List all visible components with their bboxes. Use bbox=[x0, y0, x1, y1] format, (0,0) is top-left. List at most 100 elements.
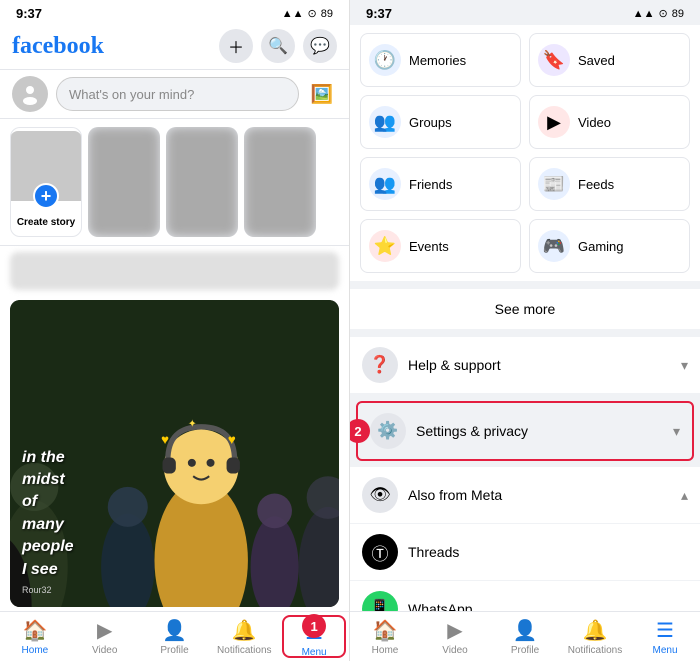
settings-label: Settings & privacy bbox=[416, 423, 673, 439]
help-chevron: ▾ bbox=[681, 357, 688, 374]
r-notifications-icon: 🔔 bbox=[583, 618, 608, 643]
quick-grid: 🕐 Memories 🔖 Saved 👥 Groups ▶ Video 👥 Fr… bbox=[350, 25, 700, 289]
profile-label: Profile bbox=[160, 645, 188, 656]
nav-notifications[interactable]: 🔔 Notifications bbox=[209, 612, 279, 661]
meta-header-icon: 👁 bbox=[362, 477, 398, 513]
create-story-label: Create story bbox=[13, 217, 79, 228]
r-video-icon: ▶ bbox=[447, 618, 462, 643]
right-status-bar: 9:37 ▲▲ ⊙ 89 bbox=[350, 0, 700, 25]
settings-privacy-highlighted: ⚙️ Settings & privacy ▾ bbox=[356, 401, 694, 461]
whatsapp-item[interactable]: 📱 WhatsApp bbox=[350, 581, 700, 611]
create-plus-icon: + bbox=[33, 183, 59, 209]
quick-video[interactable]: ▶ Video bbox=[529, 95, 690, 149]
left-panel: 9:37 ▲▲ ⊙ 89 facebook ＋ 🔍 💬 What's on yo… bbox=[0, 0, 350, 661]
groups-icon: 👥 bbox=[369, 106, 401, 138]
add-button[interactable]: ＋ bbox=[219, 29, 253, 63]
story-card-2[interactable] bbox=[166, 127, 238, 237]
r-home-icon: 🏠 bbox=[373, 618, 398, 643]
r-nav-menu[interactable]: ☰ Menu bbox=[630, 612, 700, 661]
story-thumb-3 bbox=[244, 127, 316, 237]
right-panel: 9:37 ▲▲ ⊙ 89 🕐 Memories 🔖 Saved 👥 Groups… bbox=[350, 0, 700, 661]
svg-text:♥: ♥ bbox=[161, 432, 169, 447]
help-label: Help & support bbox=[408, 357, 681, 373]
feeds-icon: 📰 bbox=[538, 168, 570, 200]
nav-home[interactable]: 🏠 Home bbox=[0, 612, 70, 661]
r-battery-icon: 89 bbox=[672, 8, 684, 20]
messenger-button[interactable]: 💬 bbox=[303, 29, 337, 63]
r-nav-notifications[interactable]: 🔔 Notifications bbox=[560, 612, 630, 661]
story-thumb-1 bbox=[88, 127, 160, 237]
svg-text:♥: ♥ bbox=[228, 432, 236, 447]
quick-friends[interactable]: 👥 Friends bbox=[360, 157, 521, 211]
nav-menu[interactable]: 1 ☰ Menu bbox=[279, 612, 349, 661]
svg-text:✦: ✦ bbox=[188, 418, 197, 430]
video-text: in the midst of many people I see bbox=[22, 447, 74, 581]
r-nav-video[interactable]: ▶ Video bbox=[420, 612, 490, 661]
saved-icon: 🔖 bbox=[538, 44, 570, 76]
right-bottom-nav: 🏠 Home ▶ Video 👤 Profile 🔔 Notifications… bbox=[350, 611, 700, 661]
create-story-card[interactable]: + Create story bbox=[10, 127, 82, 237]
story-card-1[interactable] bbox=[88, 127, 160, 237]
settings-privacy-row[interactable]: ⚙️ Settings & privacy ▾ bbox=[358, 403, 692, 459]
video-content: ♥ ♥ ✦ in the midst of many people I see … bbox=[10, 300, 339, 607]
r-profile-label: Profile bbox=[511, 645, 539, 656]
r-nav-profile[interactable]: 👤 Profile bbox=[490, 612, 560, 661]
also-from-meta-label: Also from Meta bbox=[408, 487, 681, 503]
r-nav-home[interactable]: 🏠 Home bbox=[350, 612, 420, 661]
stories-row: + Create story bbox=[0, 119, 349, 246]
r-menu-label: Menu bbox=[652, 645, 677, 656]
see-more-button[interactable]: See more bbox=[350, 289, 700, 329]
quick-feeds[interactable]: 📰 Feeds bbox=[529, 157, 690, 211]
events-icon: ⭐ bbox=[369, 230, 401, 262]
nav-video[interactable]: ▶ Video bbox=[70, 612, 140, 661]
groups-label: Groups bbox=[409, 115, 452, 130]
memories-label: Memories bbox=[409, 53, 466, 68]
help-icon: ❓ bbox=[362, 347, 398, 383]
also-from-meta-section: 👁 Also from Meta ▴ Ⓣ Threads 📱 WhatsApp bbox=[350, 467, 700, 611]
meta-chevron-up: ▴ bbox=[681, 487, 688, 504]
video-overlay-text: in the midst of many people I see Rour32 bbox=[22, 447, 74, 595]
video-quick-label: Video bbox=[578, 115, 611, 130]
quick-events[interactable]: ⭐ Events bbox=[360, 219, 521, 273]
blurred-post bbox=[10, 252, 339, 290]
quick-gaming[interactable]: 🎮 Gaming bbox=[529, 219, 690, 273]
gaming-label: Gaming bbox=[578, 239, 624, 254]
video-label: Video bbox=[92, 645, 117, 656]
watermark: Rour32 bbox=[22, 585, 74, 595]
step1-badge: 1 bbox=[302, 614, 326, 638]
menu-scroll-area[interactable]: 🕐 Memories 🔖 Saved 👥 Groups ▶ Video 👥 Fr… bbox=[350, 25, 700, 611]
threads-label: Threads bbox=[408, 544, 459, 560]
also-from-meta-header[interactable]: 👁 Also from Meta ▴ bbox=[350, 467, 700, 524]
battery-icon: 89 bbox=[321, 8, 333, 20]
threads-icon: Ⓣ bbox=[362, 534, 398, 570]
settings-container: 2 ⚙️ Settings & privacy ▾ bbox=[350, 401, 700, 461]
memories-icon: 🕐 bbox=[369, 44, 401, 76]
post-bar: What's on your mind? 🖼️ bbox=[0, 69, 349, 119]
left-time: 9:37 bbox=[16, 6, 42, 21]
nav-profile[interactable]: 👤 Profile bbox=[140, 612, 210, 661]
left-status-bar: 9:37 ▲▲ ⊙ 89 bbox=[0, 0, 349, 25]
story-card-3[interactable] bbox=[244, 127, 316, 237]
r-wifi-icon: ⊙ bbox=[659, 7, 668, 20]
help-support-row[interactable]: ❓ Help & support ▾ bbox=[350, 337, 700, 393]
quick-groups[interactable]: 👥 Groups bbox=[360, 95, 521, 149]
r-home-label: Home bbox=[372, 645, 399, 656]
quick-memories[interactable]: 🕐 Memories bbox=[360, 33, 521, 87]
post-input[interactable]: What's on your mind? bbox=[56, 77, 299, 111]
events-label: Events bbox=[409, 239, 449, 254]
home-label: Home bbox=[22, 645, 49, 656]
video-post[interactable]: ♥ ♥ ✦ in the midst of many people I see … bbox=[10, 300, 339, 607]
right-status-icons: ▲▲ ⊙ 89 bbox=[633, 7, 684, 20]
r-menu-icon: ☰ bbox=[656, 618, 674, 643]
quick-saved[interactable]: 🔖 Saved bbox=[529, 33, 690, 87]
header-icons: ＋ 🔍 💬 bbox=[219, 29, 337, 63]
video-icon: ▶ bbox=[97, 618, 112, 643]
gaming-icon: 🎮 bbox=[538, 230, 570, 262]
threads-item[interactable]: Ⓣ Threads bbox=[350, 524, 700, 581]
photo-icon[interactable]: 🖼️ bbox=[307, 82, 337, 106]
fb-header: facebook ＋ 🔍 💬 bbox=[0, 25, 349, 69]
sub-section: Ⓣ Threads 📱 WhatsApp bbox=[350, 524, 700, 611]
search-button[interactable]: 🔍 bbox=[261, 29, 295, 63]
friends-label: Friends bbox=[409, 177, 452, 192]
friends-icon: 👥 bbox=[369, 168, 401, 200]
